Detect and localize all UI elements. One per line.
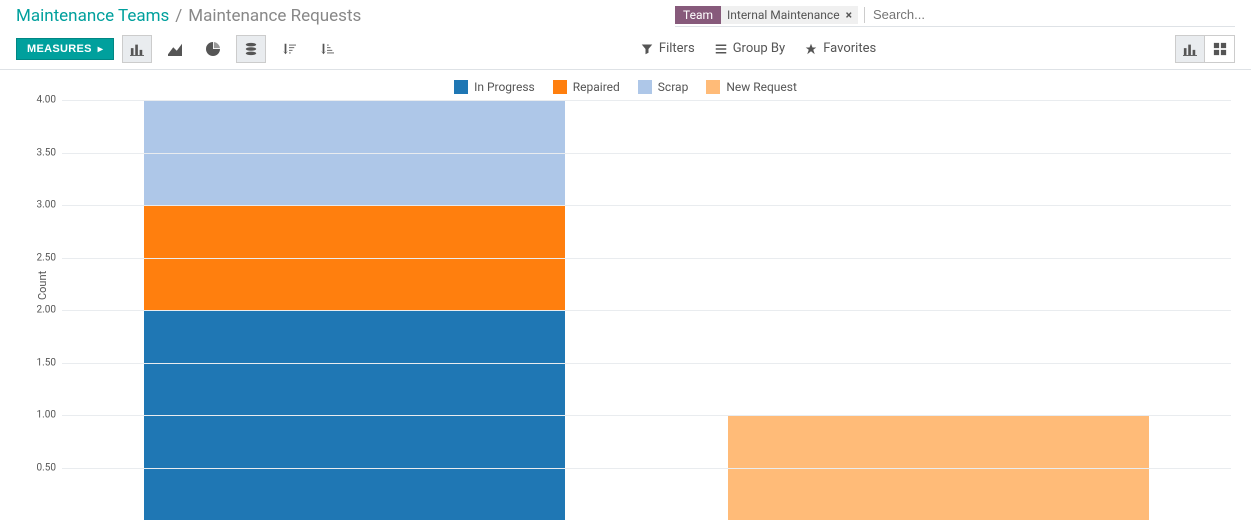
search-input[interactable] — [869, 5, 1235, 24]
grid-icon — [1213, 42, 1227, 56]
legend-item[interactable]: In Progress — [454, 80, 535, 94]
facet-value: Internal Maintenance × — [721, 6, 858, 24]
pie-chart-icon — [206, 42, 220, 56]
legend-item[interactable]: Repaired — [553, 80, 620, 94]
stacked-icon — [244, 42, 258, 56]
line-chart-button[interactable] — [160, 35, 190, 63]
gridline — [62, 310, 1231, 311]
chart-plot: Count 0.501.001.502.002.503.003.504.00 — [62, 100, 1231, 520]
filters-button[interactable]: Filters — [635, 37, 701, 60]
bar-chart-icon — [130, 42, 144, 56]
sort-desc-icon — [282, 42, 296, 56]
line-chart-icon — [168, 42, 182, 56]
y-tick: 2.00 — [37, 305, 63, 316]
breadcrumb-parent[interactable]: Maintenance Teams — [16, 6, 169, 26]
facet-value-text: Internal Maintenance — [727, 8, 840, 22]
chart-legend: In Progress Repaired Scrap New Request — [20, 80, 1231, 94]
facet-key: Team — [675, 6, 721, 24]
legend-label: In Progress — [474, 80, 535, 94]
star-icon — [805, 43, 817, 55]
stacked-button[interactable] — [236, 35, 266, 63]
gridline — [62, 363, 1231, 364]
y-tick: 2.50 — [37, 252, 63, 263]
breadcrumb-current: Maintenance Requests — [188, 6, 361, 26]
gridline — [62, 100, 1231, 101]
y-tick: 3.50 — [37, 147, 63, 158]
y-tick: 0.50 — [37, 462, 63, 473]
gridline — [62, 153, 1231, 154]
bar-chart-button[interactable] — [122, 35, 152, 63]
favorites-button[interactable]: Favorites — [799, 37, 882, 60]
search-bar[interactable]: Team Internal Maintenance × — [675, 5, 1235, 27]
legend-swatch — [706, 80, 720, 94]
groupby-label: Group By — [733, 41, 786, 56]
legend-swatch — [454, 80, 468, 94]
close-icon[interactable]: × — [846, 8, 852, 22]
legend-label: New Request — [726, 80, 797, 94]
gridline — [62, 415, 1231, 416]
y-tick: 1.50 — [37, 357, 63, 368]
legend-label: Scrap — [658, 80, 689, 94]
bar-chart-icon — [1183, 42, 1197, 56]
legend-item[interactable]: Scrap — [638, 80, 689, 94]
graph-view-button[interactable] — [1175, 35, 1205, 63]
filters-label: Filters — [659, 41, 695, 56]
funnel-icon — [641, 43, 653, 55]
gridline — [62, 258, 1231, 259]
y-axis-label: Count — [36, 271, 49, 300]
caret-right-icon — [98, 43, 103, 55]
legend-swatch — [553, 80, 567, 94]
list-icon — [715, 43, 727, 55]
separator — [864, 7, 865, 23]
pie-chart-button[interactable] — [198, 35, 228, 63]
measures-label: Measures — [27, 43, 92, 55]
sort-asc-icon — [320, 42, 334, 56]
breadcrumb-separator: / — [175, 6, 182, 26]
view-switcher — [1175, 35, 1235, 63]
groupby-button[interactable]: Group By — [709, 37, 792, 60]
legend-swatch — [638, 80, 652, 94]
search-facet: Team Internal Maintenance × — [675, 6, 858, 24]
y-tick: 4.00 — [37, 95, 63, 106]
legend-label: Repaired — [573, 80, 620, 94]
favorites-label: Favorites — [823, 41, 876, 56]
breadcrumb: Maintenance Teams / Maintenance Requests — [16, 6, 361, 26]
gridline — [62, 205, 1231, 206]
sort-asc-button[interactable] — [312, 35, 342, 63]
y-tick: 1.00 — [37, 410, 63, 421]
sort-desc-button[interactable] — [274, 35, 304, 63]
gridline — [62, 468, 1231, 469]
pivot-view-button[interactable] — [1205, 35, 1235, 63]
y-tick: 3.00 — [37, 200, 63, 211]
legend-item[interactable]: New Request — [706, 80, 797, 94]
measures-button[interactable]: Measures — [16, 38, 114, 60]
